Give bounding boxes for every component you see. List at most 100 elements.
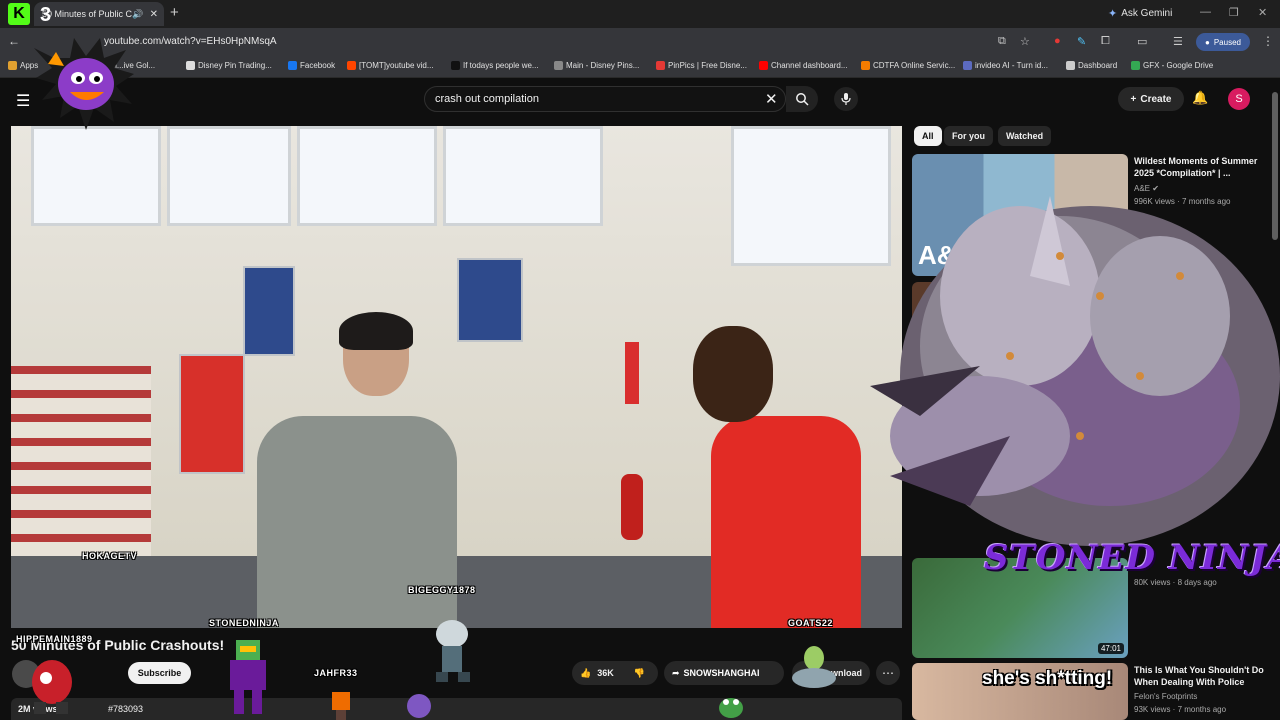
install-app-icon[interactable]: ⧉	[998, 35, 1006, 48]
bookmark-item[interactable]: CDTFA Online Servic...	[861, 61, 955, 70]
chip-for-you[interactable]: For you	[944, 126, 993, 146]
bookmark-item[interactable]: [TOMT]youtube vid...	[347, 61, 434, 70]
frog-sprite	[719, 698, 743, 718]
bookmark-item[interactable]: If todays people we...	[451, 61, 539, 70]
person-gray-hair	[339, 312, 413, 350]
orange-sprite	[332, 692, 350, 720]
bookmark-favicon	[554, 61, 563, 70]
ask-gemini-button[interactable]: ✦ Ask Gemini	[1108, 7, 1172, 20]
youtube-header: ☰ crash out compilation ✕ + Create 🔔 S	[0, 78, 1280, 122]
browser-menu-icon[interactable]: ⋮	[1262, 34, 1274, 48]
ufo-sprite	[792, 646, 836, 688]
store-sign	[179, 354, 245, 474]
tab-search-icon[interactable]: ▭	[1137, 35, 1147, 48]
gemini-icon: ✦	[1108, 8, 1118, 20]
chip-all[interactable]: All	[914, 126, 942, 146]
dashboard-icon	[1066, 61, 1075, 70]
profile-paused-button[interactable]: ● Paused	[1196, 33, 1250, 51]
voice-search-button[interactable]	[834, 87, 858, 111]
store-poster	[243, 266, 295, 356]
tab-title: 50 Minutes of Public Crashouts!	[42, 9, 133, 19]
account-avatar[interactable]: S	[1228, 88, 1250, 110]
person-red-head	[693, 326, 773, 422]
bookmark-item[interactable]: Channel dashboard...	[759, 61, 848, 70]
bookmark-star-icon[interactable]: ☆	[1020, 35, 1030, 48]
video-player[interactable]	[11, 126, 902, 628]
viewer-tag: HOKAGETV	[82, 551, 138, 561]
tiktok-icon	[451, 61, 460, 70]
extension-blue-icon[interactable]: ✎	[1077, 35, 1086, 48]
create-button[interactable]: + Create	[1118, 87, 1184, 111]
bookmark-item[interactable]: Disney Pin Trading...	[186, 61, 272, 70]
store-window	[297, 126, 437, 226]
clear-search-icon[interactable]: ✕	[765, 90, 778, 108]
description-box[interactable]	[11, 698, 902, 720]
invideo-icon	[963, 61, 972, 70]
viewer-tag: JAHFR33	[314, 668, 358, 678]
browser-tab[interactable]: 50 Minutes of Public Crashouts! 🔊 ✕	[34, 2, 164, 26]
google-drive-icon	[1131, 61, 1140, 70]
search-box[interactable]: crash out compilation ✕	[424, 86, 786, 112]
purple-blob-sprite	[407, 694, 431, 718]
search-input[interactable]: crash out compilation	[435, 93, 539, 105]
recommendation-meta: 93K views · 7 months ago	[1134, 705, 1227, 714]
search-icon	[796, 93, 809, 106]
bookmark-favicon	[186, 61, 195, 70]
thumbs-up-icon[interactable]: 👍	[580, 668, 591, 679]
apps-grid-icon	[8, 61, 17, 70]
caption-overlay: she's sh*tting!	[982, 668, 1113, 689]
duration-badge: 47:01	[1097, 643, 1124, 654]
store-window	[167, 126, 291, 226]
profile-status: Paused	[1213, 37, 1241, 47]
more-actions-icon[interactable]: ⋯	[876, 661, 900, 685]
bookmarks-bar: Apps Com...ive Gol... Disney Pin Trading…	[0, 56, 1280, 78]
speaker-icon[interactable]: 🔊	[132, 9, 143, 20]
person-red-shirt	[711, 416, 861, 628]
like-count[interactable]: 36K	[597, 668, 614, 678]
notifications-bell-icon[interactable]: 🔔	[1192, 90, 1208, 106]
share-arrow-icon: ➦	[672, 667, 680, 678]
microphone-icon	[841, 93, 851, 105]
share-button[interactable]: ➦ SNOWSHANGHAI	[664, 661, 784, 685]
fire-extinguisher	[621, 474, 643, 540]
minimize-icon[interactable]: —	[1200, 6, 1211, 18]
viewer-tag: SNOWSHANGHAI	[683, 668, 760, 678]
like-dislike-bar: 👍 36K 👎	[572, 661, 658, 685]
restore-icon[interactable]: ❐	[1229, 6, 1239, 19]
bookmark-item[interactable]: PinPics | Free Disne...	[656, 61, 747, 70]
bookmark-item[interactable]: Facebook	[288, 61, 335, 70]
plus-icon: +	[1130, 93, 1137, 105]
youtube-icon	[759, 61, 768, 70]
thumbs-down-icon[interactable]: 👎	[634, 668, 645, 679]
extension-red-icon[interactable]: ●	[1054, 35, 1061, 47]
bookmark-item[interactable]: GFX - Google Drive	[1131, 61, 1213, 70]
robot-sprite	[230, 640, 266, 714]
store-poster	[457, 258, 523, 342]
cdtfa-icon	[861, 61, 870, 70]
extensions-puzzle-icon[interactable]: ⧠	[1101, 35, 1110, 48]
menu-hamburger-icon[interactable]: ☰	[16, 91, 30, 111]
store-shelf	[11, 366, 151, 566]
tab-strip: 50 Minutes of Public Crashouts! 🔊 ✕ + ✦ …	[0, 0, 1280, 28]
subscribe-button[interactable]: Subscribe	[128, 662, 191, 684]
profile-icon: ●	[1205, 37, 1210, 47]
stoned-ninja-banner: STONED NINJA	[984, 538, 1280, 578]
bookmark-item[interactable]: Dashboard	[1066, 61, 1117, 70]
hashtag-link[interactable]: #783093	[108, 704, 143, 714]
close-icon[interactable]: ✕	[150, 9, 158, 20]
search-button[interactable]	[786, 86, 818, 112]
kick-count: 3	[40, 4, 52, 26]
recommendation-title[interactable]: This Is What You Shouldn't Do When Deali…	[1134, 664, 1264, 688]
close-window-icon[interactable]: ✕	[1258, 6, 1267, 19]
reading-list-icon[interactable]: ☰	[1173, 35, 1183, 48]
new-tab-button[interactable]: +	[170, 4, 179, 21]
chip-watched[interactable]: Watched	[998, 126, 1052, 146]
back-arrow-icon[interactable]: ←	[8, 34, 20, 48]
kick-logo: K	[8, 3, 30, 25]
person-gray-shirt	[257, 416, 457, 628]
bookmark-item[interactable]: Main - Disney Pins...	[554, 61, 639, 70]
recommendation-channel[interactable]: Felon's Footprints	[1134, 692, 1197, 701]
creature-sprite	[436, 620, 470, 682]
knuckles-sprite	[32, 660, 72, 714]
bookmark-item[interactable]: invideo AI - Turn id...	[963, 61, 1048, 70]
